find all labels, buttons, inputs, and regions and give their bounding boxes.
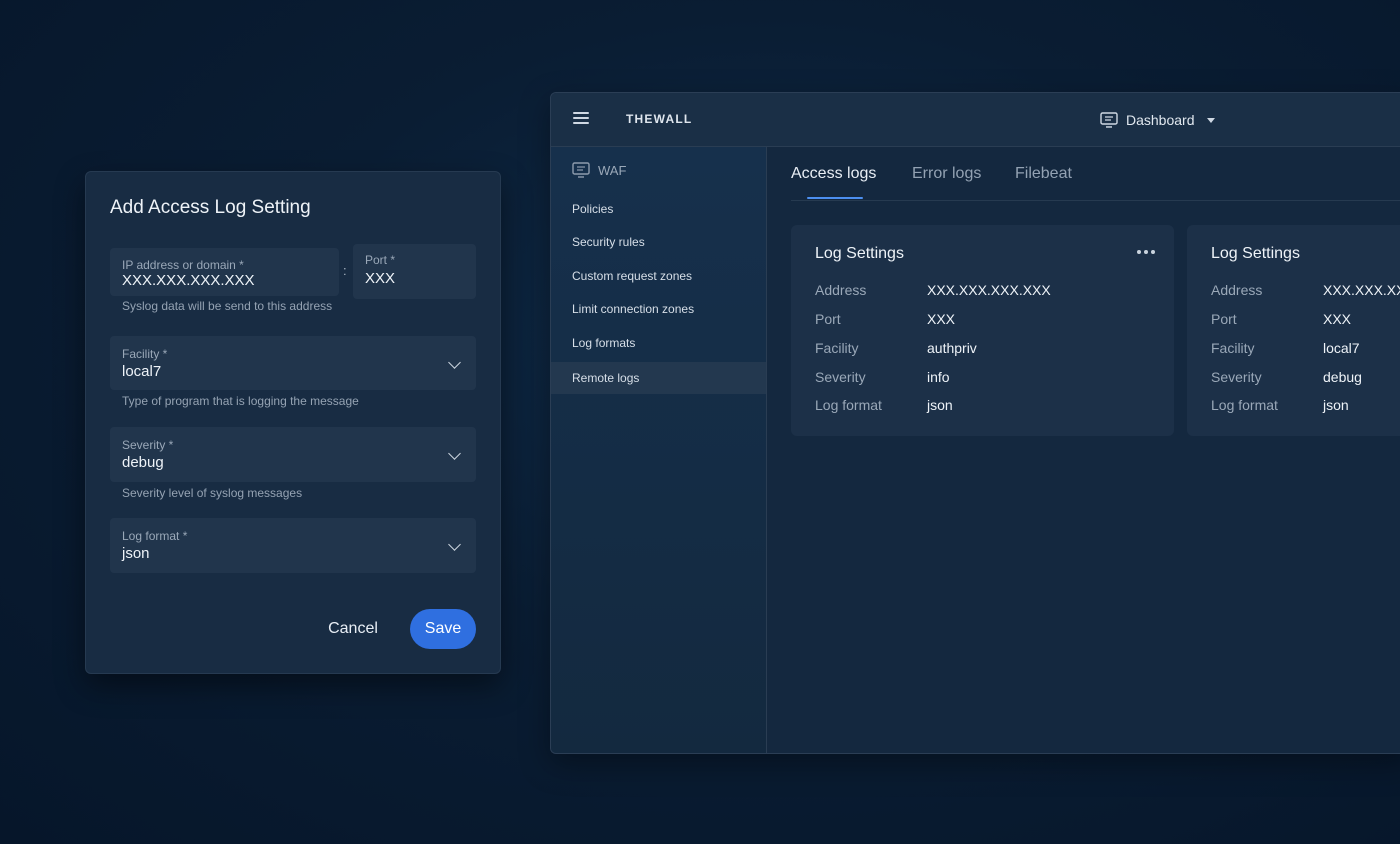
dashboard-switcher[interactable]: Dashboard (1100, 109, 1215, 131)
sidebar-item-security-rules[interactable]: Security rules (551, 226, 766, 258)
facility-value: local7 (122, 363, 162, 380)
row-value: local7 (1323, 340, 1360, 356)
log-format-label: Log format * (122, 529, 188, 543)
dashboard-label: Dashboard (1126, 112, 1195, 128)
row-key: Severity (1211, 369, 1262, 385)
save-button[interactable]: Save (410, 609, 476, 649)
add-access-log-dialog: Add Access Log Setting IP address or dom… (85, 171, 501, 674)
tab-filebeat[interactable]: Filebeat (1015, 165, 1072, 183)
port-value: XXX (365, 270, 396, 287)
row-value: authpriv (927, 340, 977, 356)
row-key: Log format (1211, 397, 1278, 413)
address-label: IP address or domain * (122, 258, 244, 272)
address-port-separator: : (343, 263, 347, 278)
severity-label: Severity * (122, 438, 174, 452)
severity-select[interactable]: Severity * debug (110, 427, 476, 482)
sidebar-item-log-formats[interactable]: Log formats (551, 327, 766, 359)
sidebar-item-policies[interactable]: Policies (551, 193, 766, 225)
row-value: XXX (927, 311, 956, 327)
port-input[interactable]: Port * XXX (353, 244, 476, 299)
row-value: XXX.XXX.XXX.XXX (927, 282, 1051, 298)
app-window: THEWALL Dashboard WAF Policies Security … (550, 92, 1400, 754)
caret-down-icon (1206, 117, 1215, 123)
port-label: Port * (365, 253, 396, 267)
monitor-icon (572, 162, 590, 178)
log-format-select[interactable]: Log format * json (110, 518, 476, 573)
address-input[interactable]: IP address or domain * XXX.XXX.XXX.XXX (110, 248, 339, 296)
row-value: debug (1323, 369, 1362, 385)
chevron-down-icon[interactable] (448, 356, 461, 369)
severity-value: debug (122, 454, 164, 471)
facility-select[interactable]: Facility * local7 (110, 336, 476, 390)
row-key: Port (1211, 311, 1237, 327)
sidebar: WAF Policies Security rules Custom reque… (551, 147, 767, 753)
hamburger-menu-icon[interactable] (573, 112, 589, 126)
tab-access-logs[interactable]: Access logs (791, 165, 876, 183)
sidebar-item-custom-request-zones[interactable]: Custom request zones (551, 260, 766, 292)
tab-error-logs[interactable]: Error logs (912, 165, 981, 183)
row-key: Facility (1211, 340, 1255, 356)
brand-name: THEWALL (626, 112, 693, 126)
sidebar-section-waf: WAF (572, 162, 626, 178)
top-bar: THEWALL Dashboard (551, 93, 1400, 147)
card-title: Log Settings (1211, 245, 1300, 262)
facility-helper: Type of program that is logging the mess… (122, 394, 359, 408)
row-key: Severity (815, 369, 866, 385)
log-settings-card: Log Settings Address XXX.XXX.XX Port XXX… (1187, 225, 1400, 436)
row-key: Address (815, 282, 867, 298)
active-tab-indicator (807, 197, 863, 199)
log-format-value: json (122, 545, 150, 562)
row-key: Facility (815, 340, 859, 356)
chevron-down-icon[interactable] (448, 538, 461, 551)
row-value: json (927, 397, 953, 413)
sidebar-item-remote-logs[interactable]: Remote logs (551, 362, 766, 394)
row-key: Address (1211, 282, 1263, 298)
monitor-icon (1100, 112, 1118, 128)
row-value: json (1323, 397, 1349, 413)
sidebar-section-label: WAF (598, 162, 627, 178)
row-value: XXX.XXX.XX (1323, 282, 1400, 298)
more-horizontal-icon[interactable] (1137, 250, 1155, 254)
log-tabs: Access logs Error logs Filebeat (791, 147, 1400, 201)
chevron-down-icon[interactable] (448, 447, 461, 460)
row-value: info (927, 369, 950, 385)
log-settings-card: Log Settings Address XXX.XXX.XXX.XXX Por… (791, 225, 1174, 436)
address-helper: Syslog data will be send to this address (122, 299, 333, 313)
row-value: XXX (1323, 311, 1352, 327)
row-key: Port (815, 311, 841, 327)
cancel-button[interactable]: Cancel (318, 609, 388, 649)
sidebar-item-limit-connection-zones[interactable]: Limit connection zones (551, 293, 766, 325)
address-value: XXX.XXX.XXX.XXX (122, 272, 255, 289)
severity-helper: Severity level of syslog messages (122, 486, 303, 500)
facility-label: Facility * (122, 347, 168, 361)
row-key: Log format (815, 397, 882, 413)
dialog-title: Add Access Log Setting (110, 197, 311, 218)
card-title: Log Settings (815, 245, 904, 262)
